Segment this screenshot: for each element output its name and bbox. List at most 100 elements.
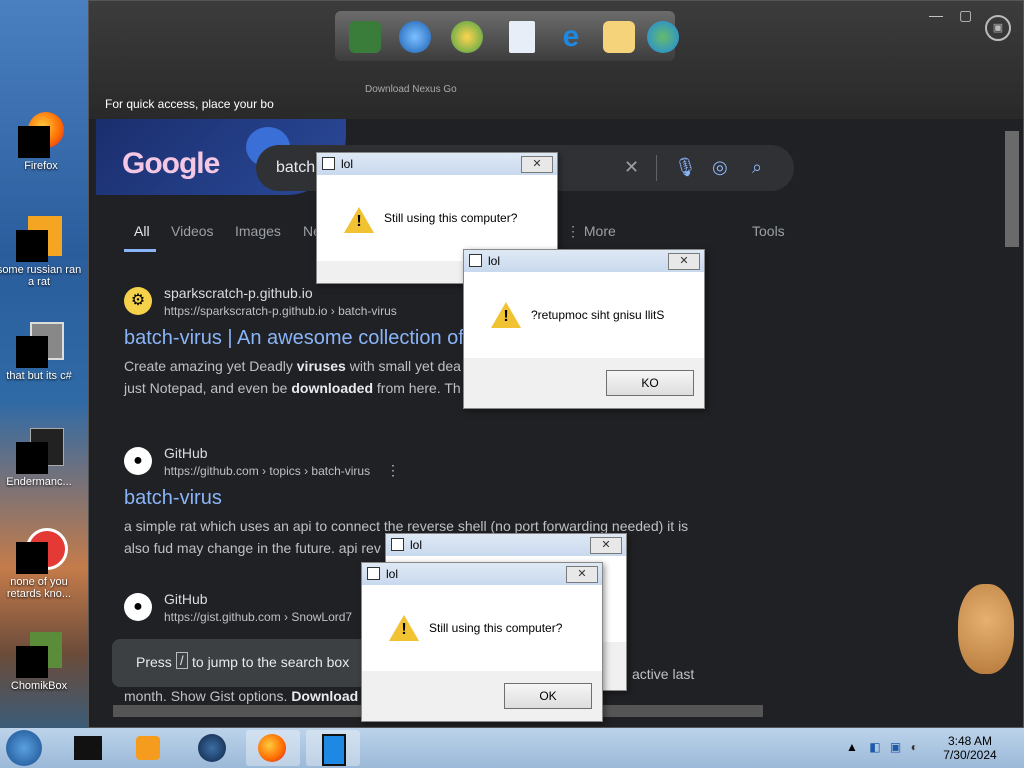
taskbar-app-firefox-icon[interactable] xyxy=(246,730,300,766)
bookmarks-bar-hint: For quick access, place your bo xyxy=(105,97,274,111)
tab-tools[interactable]: Tools xyxy=(752,223,785,239)
desktop-icon-chomikbox[interactable]: ChomikBox xyxy=(0,632,82,692)
divider xyxy=(656,155,657,181)
tray-app-icon[interactable]: ◧ xyxy=(869,740,880,754)
dialog-titlebar[interactable]: lol ✕ xyxy=(317,153,557,175)
dialog-title: lol xyxy=(386,567,399,581)
site-favicon-icon: ⚙ xyxy=(124,287,152,315)
file-icon xyxy=(16,322,64,368)
briefcase-icon[interactable]: ▣ xyxy=(985,15,1011,41)
dialog-titlebar[interactable]: lol ✕ xyxy=(386,534,626,556)
tab-videos[interactable]: Videos xyxy=(171,223,214,239)
dialog-body: ! ?retupmoc siht gnisu llitS xyxy=(464,272,704,358)
taskbar-app-terminal-icon[interactable] xyxy=(62,730,116,766)
dock-tooltip: Download Nexus Go xyxy=(365,84,457,95)
result-site-name[interactable]: GitHub xyxy=(164,445,208,461)
app-dock: e xyxy=(335,11,679,61)
app-icon xyxy=(322,157,335,170)
message-dialog: lol ✕ ! ?retupmoc siht gnisu llitS KO xyxy=(463,249,705,409)
users-icon[interactable] xyxy=(647,21,679,53)
tab-all[interactable]: All xyxy=(134,223,150,239)
camera-lens-icon[interactable]: ◎ xyxy=(712,157,728,178)
github-icon: ● xyxy=(124,447,152,475)
desktop-icon-label: Endermanc... xyxy=(6,476,72,488)
dialog-message: Still using this computer? xyxy=(429,621,563,635)
dialog-message: Still using this computer? xyxy=(384,211,518,225)
document-icon[interactable] xyxy=(509,21,535,53)
window-icon xyxy=(16,428,64,474)
result-options-icon[interactable]: ⋮ xyxy=(386,462,400,479)
toast-text-pre: Press xyxy=(136,654,172,670)
desktop-icon-label: some russian ran a rat xyxy=(0,264,82,288)
globe-download-icon[interactable] xyxy=(399,21,431,53)
toast-text-post: to jump to the search box xyxy=(192,654,350,670)
more-dots-icon: ⋮ xyxy=(566,223,584,239)
close-icon[interactable]: ✕ xyxy=(668,253,700,270)
result-site-name[interactable]: sparkscratch-p.github.io xyxy=(164,285,313,301)
clear-icon[interactable]: ✕ xyxy=(624,157,639,178)
dialog-title: lol xyxy=(341,157,354,171)
maximize-icon[interactable]: ▢ xyxy=(959,7,972,24)
search-input[interactable]: batch xyxy=(276,159,315,177)
spreadsheet-icon[interactable] xyxy=(349,21,381,53)
internet-explorer-icon[interactable]: e xyxy=(555,21,587,53)
dialog-body: ! Still using this computer? xyxy=(362,585,602,671)
ok-button[interactable]: OK xyxy=(504,683,592,709)
minimize-icon[interactable]: — xyxy=(929,7,943,23)
close-icon[interactable]: ✕ xyxy=(521,156,553,173)
close-icon[interactable]: ✕ xyxy=(566,566,598,583)
hamster-desktop-pet[interactable] xyxy=(950,574,1020,680)
result-url[interactable]: https://gist.github.com › SnowLord7 xyxy=(164,610,352,624)
desktop-icon-label: ChomikBox xyxy=(10,680,68,692)
desktop-icon-label: that but its c# xyxy=(6,370,72,382)
search-icon[interactable]: ⌕ xyxy=(752,157,762,178)
taskbar-app-window-icon[interactable] xyxy=(306,730,360,766)
tray-expand-icon[interactable]: ▲ xyxy=(846,740,858,754)
result-title[interactable]: batch-virus xyxy=(124,487,222,510)
result-snippet-tail: active last xyxy=(632,666,695,682)
app-icon xyxy=(367,567,380,580)
ko-button[interactable]: KO xyxy=(606,370,694,396)
vertical-scrollbar[interactable] xyxy=(1005,131,1019,247)
browser-toolbar: e Download Nexus Go — ▢ ▣ For quick acce… xyxy=(89,1,1023,119)
file-icon xyxy=(16,216,62,262)
desktop-icon-none-of-you[interactable]: none of you retards kno... xyxy=(0,528,82,600)
result-url[interactable]: https://github.com › topics › batch-viru… xyxy=(164,464,370,478)
app-icon xyxy=(469,254,482,267)
taskbar-app-globe-icon[interactable] xyxy=(186,730,240,766)
folder-icon[interactable] xyxy=(603,21,635,53)
desktop-icon-csharp[interactable]: that but its c# xyxy=(0,322,82,382)
start-button-windows-icon[interactable] xyxy=(6,730,42,766)
taskbar-app-media-player-icon[interactable] xyxy=(122,730,176,766)
volume-icon[interactable]: ◐ xyxy=(911,740,918,754)
google-logo: Google xyxy=(122,147,220,180)
app-icon xyxy=(16,528,68,574)
firefox-icon xyxy=(18,112,64,158)
desktop-icon-firefox[interactable]: Firefox xyxy=(0,112,84,172)
close-icon[interactable]: ✕ xyxy=(590,537,622,554)
desktop-icon-endermanch[interactable]: Endermanc... xyxy=(0,428,82,488)
microphone-icon[interactable]: 🎙 xyxy=(674,157,697,178)
system-tray: ▲ ◧ ▣ ◐ xyxy=(846,740,918,754)
result-site-name[interactable]: GitHub xyxy=(164,591,208,607)
desktop-icon-russian-rat[interactable]: some russian ran a rat xyxy=(0,216,82,288)
dialog-title: lol xyxy=(410,538,423,552)
dialog-message: ?retupmoc siht gnisu llitS xyxy=(531,308,665,322)
clock[interactable]: 3:48 AM 7/30/2024 xyxy=(930,734,1010,762)
dialog-titlebar[interactable]: lol ✕ xyxy=(464,250,704,272)
clock-date: 7/30/2024 xyxy=(943,748,997,762)
slash-key-icon: / xyxy=(176,652,188,669)
network-icon[interactable]: ▣ xyxy=(890,740,901,754)
active-tab-indicator xyxy=(124,249,156,252)
app-icon xyxy=(391,538,404,551)
chomikbox-icon xyxy=(16,632,62,678)
windows-orb-icon[interactable] xyxy=(451,21,483,53)
result-title[interactable]: batch-virus | An awesome collection of xyxy=(124,327,464,350)
desktop-icon-label: none of you retards kno... xyxy=(6,576,72,600)
clock-time: 3:48 AM xyxy=(947,734,993,748)
tab-images[interactable]: Images xyxy=(235,223,281,239)
result-url[interactable]: https://sparkscratch-p.github.io › batch… xyxy=(164,304,397,318)
dialog-titlebar[interactable]: lol ✕ xyxy=(362,563,602,585)
tab-more[interactable]: ⋮ More xyxy=(566,223,616,240)
github-icon: ● xyxy=(124,593,152,621)
